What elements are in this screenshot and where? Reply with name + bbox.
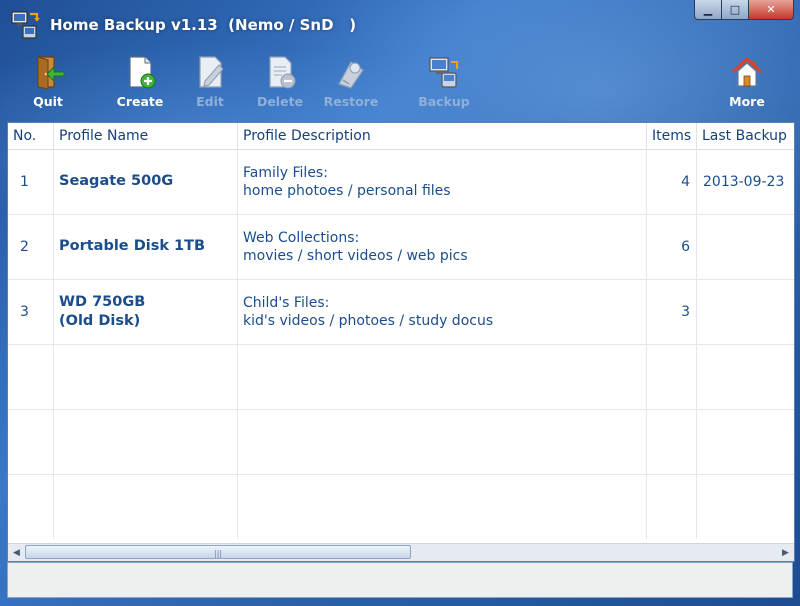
row-number	[8, 409, 54, 474]
description-title: Family Files:	[243, 164, 328, 181]
last-backup-date: 2013-09-23	[703, 173, 785, 190]
items-count: 6	[647, 214, 697, 279]
delete-label: Delete	[256, 94, 304, 109]
delete-document-icon	[269, 56, 296, 89]
profile-name	[54, 474, 238, 539]
description-detail: kid's videos / photoes / study docus	[243, 312, 494, 329]
profile-name: Seagate 500G	[54, 149, 238, 214]
toolbar: Quit Create Edit Delete Restore Backup M…	[0, 52, 800, 118]
profile-description: Family Files: home photoes / personal fi…	[238, 149, 647, 214]
table-row[interactable]	[8, 409, 794, 475]
profile-name-line: Portable Disk 1TB	[59, 238, 206, 254]
table-row[interactable]: 2 Portable Disk 1TB Web Collections: mov…	[8, 214, 794, 280]
row-number	[8, 344, 54, 409]
status-bar	[7, 562, 793, 598]
items-count	[647, 474, 697, 539]
description-title: Web Collections:	[243, 229, 360, 246]
close-button[interactable]: ✕	[749, 0, 794, 20]
more-label: More	[729, 94, 765, 109]
column-header-no[interactable]: No.	[8, 123, 54, 149]
edit-button[interactable]: Edit	[175, 52, 245, 118]
backup-label: Backup	[418, 94, 470, 109]
column-header-profile-name[interactable]: Profile Name	[54, 123, 238, 149]
profile-description	[238, 409, 647, 474]
minimize-button[interactable]: ▁	[694, 0, 722, 20]
items-count: 4	[647, 149, 697, 214]
profile-description	[238, 474, 647, 539]
quit-button[interactable]: Quit	[13, 52, 83, 118]
last-backup-date	[697, 409, 794, 474]
table-row[interactable]: 1 Seagate 500G Family Files: home photoe…	[8, 149, 794, 215]
profile-name: Portable Disk 1TB	[54, 214, 238, 279]
exit-door-icon	[37, 56, 65, 90]
scrollbar-thumb[interactable]: |||	[25, 545, 411, 559]
row-number: 3	[8, 279, 54, 344]
app-icon	[11, 11, 40, 39]
last-backup-date	[697, 344, 794, 409]
profile-name-line: Seagate 500G	[59, 173, 174, 189]
scroll-right-arrow[interactable]: ▶	[777, 544, 794, 561]
table-row[interactable]	[8, 474, 794, 539]
table-row[interactable]: 3 WD 750GB (Old Disk) Child's Files: kid'…	[8, 279, 794, 345]
profile-name	[54, 409, 238, 474]
delete-button[interactable]: Delete	[245, 52, 315, 118]
maximize-button[interactable]: □	[722, 0, 749, 20]
table-row[interactable]	[8, 344, 794, 410]
new-document-icon	[129, 56, 156, 89]
edit-document-icon	[199, 56, 224, 88]
window-controls: ▁ □ ✕	[694, 0, 794, 20]
profile-name: WD 750GB (Old Disk)	[54, 279, 238, 344]
create-label: Create	[116, 94, 164, 109]
restore-button[interactable]: Restore	[316, 52, 386, 118]
table-header: No. Profile Name Profile Description Ite…	[8, 123, 794, 150]
home-icon	[731, 57, 763, 87]
scroll-left-arrow[interactable]: ◀	[8, 544, 25, 561]
column-header-profile-description[interactable]: Profile Description	[238, 123, 647, 149]
profile-name-line: WD 750GB	[59, 293, 146, 310]
description-detail: movies / short videos / web pics	[243, 247, 468, 264]
horizontal-scrollbar[interactable]: ◀ ||| ▶	[8, 543, 794, 561]
profile-name	[54, 344, 238, 409]
scrollbar-grip: |||	[214, 549, 223, 558]
profiles-table: No. Profile Name Profile Description Ite…	[8, 123, 794, 543]
row-number: 2	[8, 214, 54, 279]
restore-icon	[338, 61, 364, 89]
profile-description	[238, 344, 647, 409]
row-number	[8, 474, 54, 539]
last-backup-date	[697, 279, 794, 344]
description-title: Child's Files:	[243, 294, 330, 311]
profiles-panel: No. Profile Name Profile Description Ite…	[7, 122, 795, 562]
profile-description: Child's Files: kid's videos / photoes / …	[238, 279, 647, 344]
column-header-last-backup[interactable]: Last Backup	[697, 123, 794, 149]
edit-label: Edit	[196, 94, 224, 109]
backup-button[interactable]: Backup	[409, 52, 479, 118]
description-detail: home photoes / personal files	[243, 182, 451, 199]
quit-label: Quit	[33, 94, 63, 109]
backup-computer-icon	[429, 57, 458, 88]
row-number: 1	[8, 149, 54, 214]
more-button[interactable]: More	[712, 52, 782, 118]
restore-label: Restore	[323, 94, 379, 109]
items-count	[647, 344, 697, 409]
profile-description: Web Collections: movies / short videos /…	[238, 214, 647, 279]
window-title: Home Backup v1.13 (Nemo / SnD )	[50, 16, 357, 34]
items-count	[647, 409, 697, 474]
app-window: Home Backup v1.13 (Nemo / SnD ) ▁ □ ✕ Qu…	[0, 0, 800, 606]
last-backup-date	[697, 214, 794, 279]
title-bar[interactable]: Home Backup v1.13 (Nemo / SnD ) ▁ □ ✕	[0, 0, 800, 50]
last-backup-date	[697, 474, 794, 539]
profile-name-line: (Old Disk)	[59, 312, 141, 329]
items-count: 3	[647, 279, 697, 344]
column-header-items[interactable]: Items	[647, 123, 697, 149]
create-button[interactable]: Create	[105, 52, 175, 118]
